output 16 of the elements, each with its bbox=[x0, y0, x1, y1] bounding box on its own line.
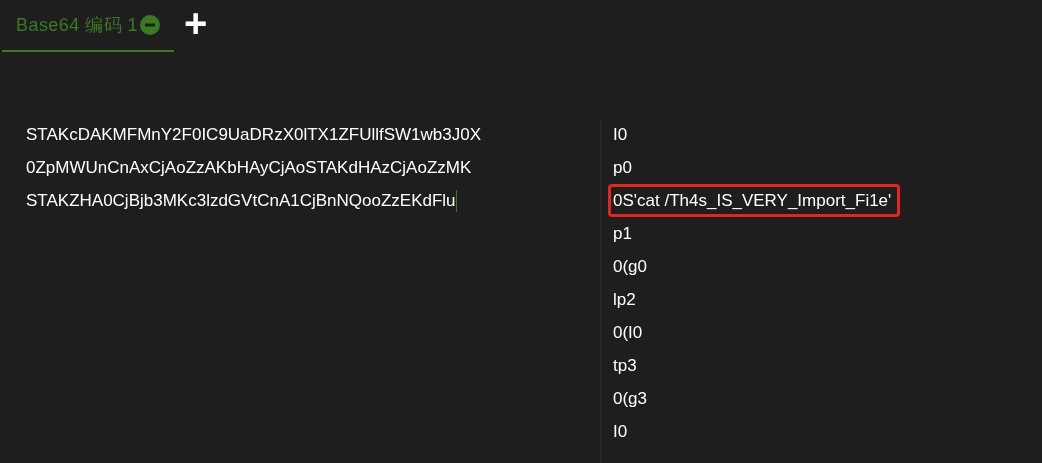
output-line: I0 bbox=[613, 421, 628, 443]
output-line: tp3 bbox=[613, 355, 637, 377]
output-line: lp2 bbox=[613, 289, 636, 311]
text-cursor bbox=[455, 189, 457, 212]
output-line: p0 bbox=[613, 157, 632, 179]
output-line: I0 bbox=[613, 124, 628, 146]
text-line: STAKcDAKMFMnY2F0IC9UaDRzX0lTX1ZFUllfSW1wb3J0X bbox=[26, 124, 481, 146]
output-line: 0(g3 bbox=[613, 388, 648, 410]
output-line: 0(g0 bbox=[613, 256, 648, 278]
output-line: 0(I0 bbox=[613, 322, 643, 344]
text-line: STAKZHA0CjBjb3MKc3lzdGVtCnA1CjBnNQooZzEKdFlu bbox=[26, 190, 456, 212]
add-tab-button[interactable]: + bbox=[184, 3, 208, 49]
input-field[interactable]: STAKcDAKMFMnY2F0IC9UaDRzX0lTX1ZFUllfSW1wb3J0X 0ZpMWUnCnAxCjAoZzAKbHAyCjAoSTAKdHAzCjAoZzMK STAKZHA0CjBjb3MKc3lzdGVtCnA1CjBnNQooZzEKdFlu bbox=[0, 118, 600, 463]
output-line: p1 bbox=[613, 223, 632, 245]
text-line: 0ZpMWUnCnAxCjAoZzAKbHAyCjAoSTAKdHAzCjAoZzMK bbox=[26, 157, 472, 179]
remove-icon[interactable] bbox=[140, 15, 160, 35]
